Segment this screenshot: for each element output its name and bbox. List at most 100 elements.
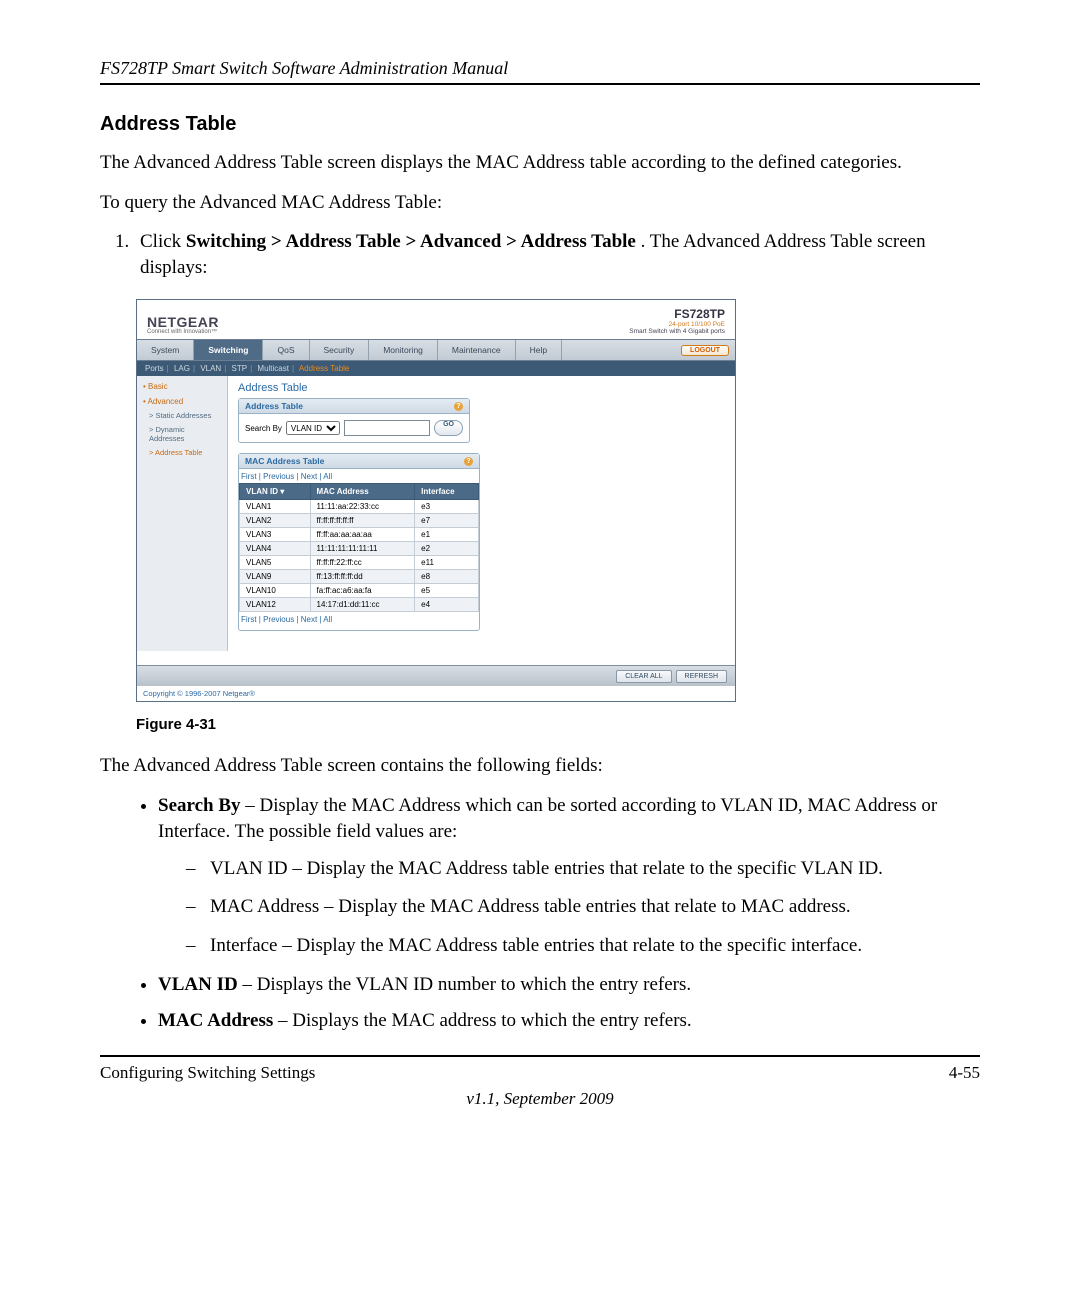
bullet-mac-address-text: – Displays the MAC address to which the … [273,1010,691,1031]
search-by-select[interactable]: VLAN ID [286,421,340,435]
subnav-multicast[interactable]: Multicast [257,364,289,373]
step-nav-path: Switching > Address Table > Advanced > A… [186,231,636,252]
sidebar-advanced[interactable]: • Advanced [141,395,223,409]
bullet-mac-address-label: MAC Address [158,1010,273,1031]
search-input[interactable] [344,420,430,436]
table-cell: e2 [415,542,479,556]
tab-monitoring[interactable]: Monitoring [369,340,438,360]
figure-caption: Figure 4-31 [136,716,736,733]
table-row[interactable]: VLAN411:11:11:11:11:11e2 [240,542,479,556]
table-cell: e5 [415,584,479,598]
app-window: NETGEAR Connect with Innovation™ FS728TP… [136,299,736,702]
help-icon[interactable]: ? [464,457,473,466]
table-row[interactable]: VLAN1214:17:d1:dd:11:cce4 [240,598,479,612]
sub-nav: Ports| LAG| VLAN| STP| Multicast| Addres… [137,361,735,376]
table-row[interactable]: VLAN3ff:ff:aa:aa:aa:aae1 [240,528,479,542]
table-row[interactable]: VLAN9ff:13:ff:ff:ff:dde8 [240,570,479,584]
table-cell: 14:17:d1:dd:11:cc [310,598,415,612]
tab-maintenance[interactable]: Maintenance [438,340,516,360]
product-model: FS728TP [629,308,725,321]
mac-address-table: VLAN ID ▾ MAC Address Interface VLAN111:… [239,483,479,612]
mac-table-panel: MAC Address Table ? First | Previous | N… [238,453,480,631]
table-cell: ff:13:ff:ff:ff:dd [310,570,415,584]
table-cell: VLAN4 [240,542,311,556]
table-cell: ff:ff:ff:22:ff:cc [310,556,415,570]
step-text-prefix: Click [140,231,186,252]
page-title: Address Table [238,382,725,394]
figure-container: NETGEAR Connect with Innovation™ FS728TP… [136,299,736,733]
logo-block: NETGEAR Connect with Innovation™ [147,315,219,335]
step-list: Click Switching > Address Table > Advanc… [100,229,980,280]
table-cell: VLAN2 [240,514,311,528]
sidebar-address-table[interactable]: > Address Table [141,446,223,459]
sub-bullet-mac-address: MAC Address – Display the MAC Address ta… [186,894,980,921]
bullet-mac-address: MAC Address – Displays the MAC address t… [158,1008,980,1035]
footer-rule [100,1055,980,1057]
product-subtitle-2: Smart Switch with 4 Gigabit ports [629,328,725,335]
clear-all-button[interactable]: CLEAR ALL [616,670,671,683]
table-cell: fa:ff:ac:a6:aa:fa [310,584,415,598]
tab-system[interactable]: System [137,340,194,360]
intro-paragraph: The Advanced Address Table screen displa… [100,150,980,176]
version-line: v1.1, September 2009 [100,1089,980,1109]
sidebar-static-addresses[interactable]: > Static Addresses [141,409,223,422]
tab-qos[interactable]: QoS [263,340,309,360]
sub-bullet-interface: Interface – Display the MAC Address tabl… [186,933,980,960]
sub-bullet-vlan-id: VLAN ID – Display the MAC Address table … [186,856,980,883]
table-row[interactable]: VLAN5ff:ff:ff:22:ff:cce11 [240,556,479,570]
help-icon[interactable]: ? [454,402,463,411]
sidebar-dynamic-addresses[interactable]: > Dynamic Addresses [141,423,223,445]
subnav-stp[interactable]: STP [232,364,248,373]
table-cell: VLAN5 [240,556,311,570]
product-info: FS728TP 24-port 10/100 PoE Smart Switch … [629,308,725,335]
bullet-vlan-id-text: – Displays the VLAN ID number to which t… [238,974,691,995]
table-cell: VLAN12 [240,598,311,612]
bullet-search-by-text: – Display the MAC Address which can be s… [158,795,937,843]
table-cell: VLAN1 [240,500,311,514]
table-cell: ff:ff:aa:aa:aa:aa [310,528,415,542]
table-row[interactable]: VLAN10fa:ff:ac:a6:aa:fae5 [240,584,479,598]
col-vlan-id[interactable]: VLAN ID ▾ [240,484,311,500]
brand-tagline: Connect with Innovation™ [147,329,219,335]
table-cell: e1 [415,528,479,542]
subnav-vlan[interactable]: VLAN [200,364,221,373]
table-row[interactable]: VLAN111:11:aa:22:33:cce3 [240,500,479,514]
col-mac-address[interactable]: MAC Address [310,484,415,500]
footer-row: Configuring Switching Settings 4-55 [100,1063,980,1083]
table-cell: 11:11:aa:22:33:cc [310,500,415,514]
logout-button[interactable]: LOGOUT [681,345,729,356]
table-cell: VLAN10 [240,584,311,598]
table-row[interactable]: VLAN2ff:ff:ff:ff:ff:ffe7 [240,514,479,528]
bullet-vlan-id: VLAN ID – Displays the VLAN ID number to… [158,972,980,999]
brand-text: NETGEAR [147,315,219,329]
action-bar: CLEAR ALL REFRESH [137,665,735,686]
table-cell: e4 [415,598,479,612]
footer-right: 4-55 [949,1063,980,1083]
refresh-button[interactable]: REFRESH [676,670,727,683]
table-cell: e8 [415,570,479,584]
search-panel-title: Address Table [245,401,303,411]
header-rule [100,83,980,85]
pagination-bottom[interactable]: First | Previous | Next | All [239,612,479,626]
subnav-ports[interactable]: Ports [145,364,164,373]
copyright: Copyright © 1996-2007 Netgear® [137,686,735,701]
tab-help[interactable]: Help [516,340,562,360]
subnav-address-table[interactable]: Address Table [299,364,350,373]
top-nav: System Switching QoS Security Monitoring… [137,339,735,361]
tab-security[interactable]: Security [310,340,370,360]
bullet-vlan-id-label: VLAN ID [158,974,238,995]
col-interface[interactable]: Interface [415,484,479,500]
table-cell: VLAN3 [240,528,311,542]
table-cell: ff:ff:ff:ff:ff:ff [310,514,415,528]
pagination-top[interactable]: First | Previous | Next | All [239,469,479,483]
table-cell: e3 [415,500,479,514]
sidebar-basic[interactable]: • Basic [141,380,223,394]
subnav-lag[interactable]: LAG [174,364,190,373]
mac-panel-title: MAC Address Table [245,456,324,466]
table-cell: e11 [415,556,479,570]
tab-switching[interactable]: Switching [194,340,263,360]
fields-intro: The Advanced Address Table screen contai… [100,753,980,779]
field-bullets: Search By – Display the MAC Address whic… [100,793,980,1035]
product-subtitle-1: 24-port 10/100 PoE [629,321,725,328]
go-button[interactable]: GO [434,420,463,436]
